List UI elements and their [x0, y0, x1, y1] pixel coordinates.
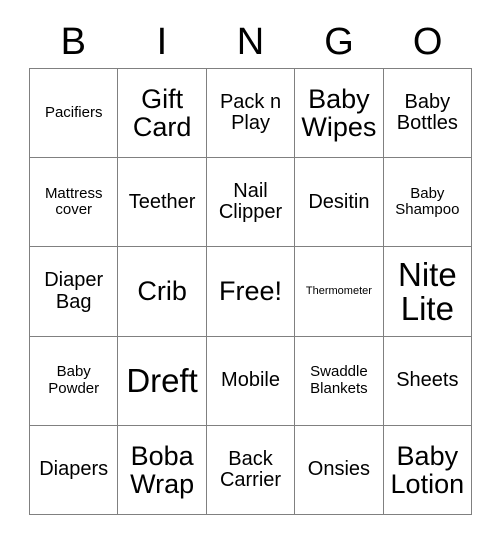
bingo-row: Diaper Bag Crib Free! Thermometer Nite L… — [30, 247, 473, 337]
bingo-header-letter-g: G — [324, 21, 354, 63]
bingo-cell-label: Crib — [137, 276, 187, 307]
bingo-cell[interactable]: Onsies — [295, 425, 384, 516]
bingo-cell[interactable]: Nite Lite — [383, 247, 473, 337]
bingo-row: Mattress cover Teether Nail Clipper Desi… — [30, 158, 473, 248]
bingo-cell-label: Thermometer — [305, 285, 372, 298]
bingo-grid: Pacifiers Gift Card Pack n Play Baby Wip… — [29, 68, 473, 516]
bingo-cell-label: Mattress cover — [44, 184, 103, 219]
bingo-header-letter-n: N — [236, 21, 265, 63]
bingo-row: Pacifiers Gift Card Pack n Play Baby Wip… — [30, 69, 473, 159]
bingo-cell-label: Nite Lite — [397, 255, 457, 327]
bingo-header-letter-o: O — [412, 21, 443, 63]
bingo-cell-label: Diaper Bag — [44, 269, 104, 313]
bingo-cell[interactable]: Sheets — [383, 336, 473, 426]
bingo-cell[interactable]: Mattress cover — [30, 158, 119, 248]
bingo-cell-free-space[interactable]: Free! — [206, 247, 296, 337]
bingo-cell-label: Back Carrier — [219, 447, 282, 491]
bingo-cell-label: Baby Wipes — [301, 84, 377, 143]
bingo-cell-label: Pacifiers — [44, 103, 103, 121]
bingo-cell[interactable]: Pacifiers — [30, 69, 119, 159]
bingo-cell-label: Pack n Play — [219, 90, 282, 135]
bingo-cell-label: Baby Lotion — [390, 440, 465, 499]
bingo-cell[interactable]: Boba Wrap — [118, 425, 207, 516]
bingo-cell[interactable]: Dreft — [118, 336, 207, 426]
bingo-cell-label: Free! — [219, 276, 283, 307]
bingo-cell[interactable]: Swaddle Blankets — [295, 336, 384, 426]
bingo-cell[interactable]: Pack n Play — [206, 69, 296, 159]
bingo-cell[interactable]: Mobile — [206, 336, 296, 426]
bingo-cell-label: Baby Bottles — [396, 90, 458, 135]
bingo-cell[interactable]: Crib — [118, 247, 207, 337]
bingo-row: Baby Powder Dreft Mobile Swaddle Blanket… — [30, 336, 473, 426]
bingo-header-row: B I N G O — [29, 18, 472, 66]
bingo-cell[interactable]: Baby Shampoo — [383, 158, 473, 248]
bingo-cell-label: Swaddle Blankets — [310, 362, 368, 397]
bingo-cell-label: Baby Shampoo — [395, 184, 460, 219]
bingo-cell-label: Diapers — [39, 458, 109, 481]
bingo-cell-label: Onsies — [307, 458, 371, 481]
bingo-card: B I N G O Pacifiers Gift Card Pack n Pla… — [0, 0, 500, 544]
bingo-cell[interactable]: Nail Clipper — [206, 158, 296, 248]
bingo-cell-label: Teether — [128, 190, 196, 213]
bingo-cell[interactable]: Back Carrier — [206, 425, 296, 516]
bingo-header-letter-i: I — [156, 21, 168, 63]
bingo-cell[interactable]: Diaper Bag — [30, 247, 119, 337]
bingo-cell-label: Boba Wrap — [130, 440, 195, 499]
bingo-cell[interactable]: Baby Bottles — [383, 69, 473, 159]
bingo-cell[interactable]: Teether — [118, 158, 207, 248]
bingo-cell[interactable]: Gift Card — [118, 69, 207, 159]
bingo-row: Diapers Boba Wrap Back Carrier Onsies Ba… — [30, 425, 473, 516]
bingo-cell[interactable]: Diapers — [30, 425, 119, 516]
bingo-cell[interactable]: Thermometer — [295, 247, 384, 337]
bingo-cell[interactable]: Baby Lotion — [383, 425, 473, 516]
bingo-cell-label: Mobile — [221, 369, 280, 392]
bingo-cell-label: Sheets — [396, 369, 459, 392]
bingo-cell[interactable]: Baby Wipes — [295, 69, 384, 159]
bingo-cell-label: Baby Powder — [48, 362, 100, 397]
bingo-header-letter-b: B — [60, 21, 86, 63]
bingo-cell[interactable]: Baby Powder — [30, 336, 119, 426]
bingo-cell-label: Nail Clipper — [218, 180, 283, 224]
bingo-cell[interactable]: Desitin — [295, 158, 384, 248]
bingo-cell-label: Gift Card — [132, 84, 192, 143]
bingo-cell-label: Desitin — [308, 190, 370, 213]
bingo-cell-label: Dreft — [126, 361, 198, 399]
